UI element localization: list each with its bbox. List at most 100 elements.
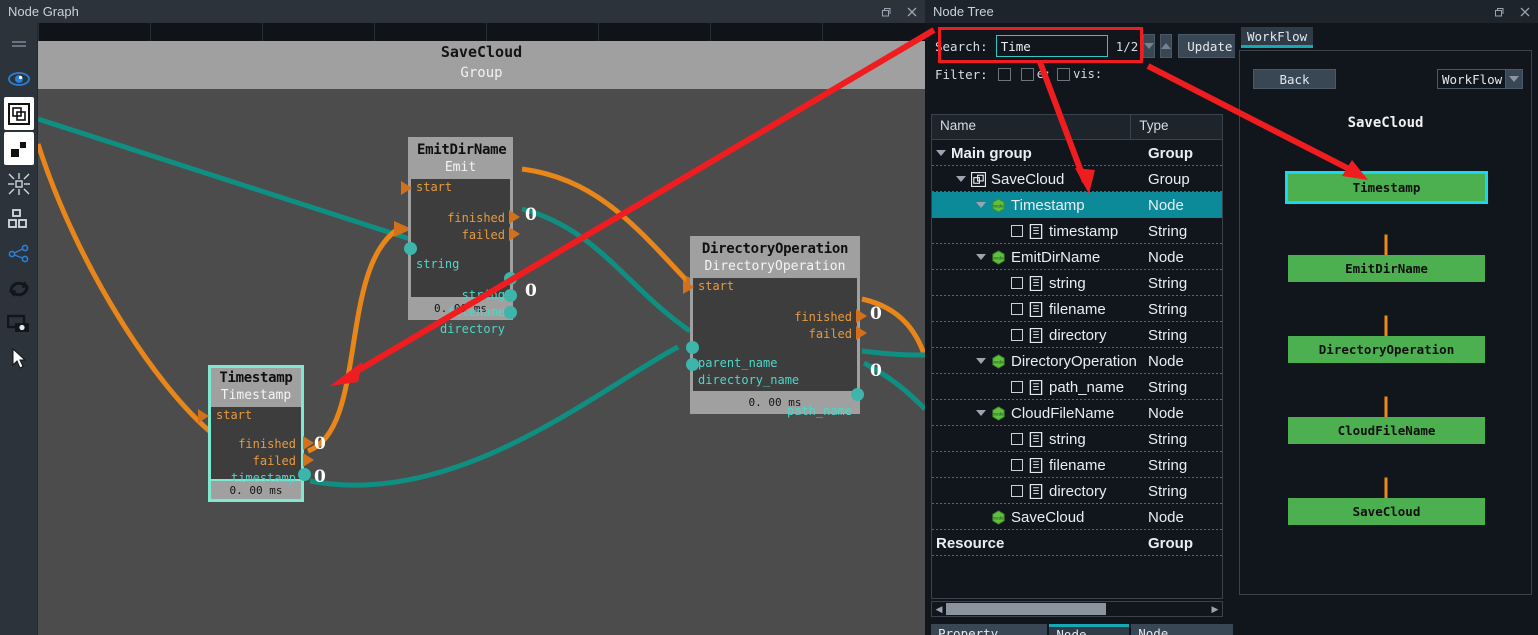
chevron-down-icon[interactable] — [976, 358, 986, 364]
filter-checkbox-3[interactable] — [1057, 67, 1071, 81]
workflow-node-emitdirname[interactable]: EmitDirName — [1288, 255, 1485, 282]
layout-grid-icon[interactable] — [4, 202, 34, 235]
port-finished[interactable]: finished — [211, 436, 301, 453]
tree-row-checkbox[interactable] — [1011, 303, 1023, 315]
port-parent-name[interactable]: parent_name — [693, 355, 857, 372]
graph-node-timestamp[interactable]: Timestamp Timestamp start finished faile… — [198, 365, 314, 502]
filter-checkbox-1[interactable] — [997, 67, 1011, 81]
port-failed[interactable]: failed — [411, 227, 510, 244]
port-path-name[interactable]: path_name — [693, 403, 857, 420]
scroll-thumb[interactable] — [946, 603, 1106, 615]
workflow-node-savecloud[interactable]: SaveCloud — [1288, 498, 1485, 525]
scroll-track[interactable] — [946, 603, 1208, 615]
tab-node-browser[interactable]: Node Browser — [1131, 624, 1233, 635]
tree-row-name-cell: SaveCloud — [932, 171, 1148, 188]
tree-row-timestamp[interactable]: timestamp String — [932, 218, 1222, 244]
chevron-down-icon[interactable] — [976, 202, 986, 208]
close-icon[interactable] — [899, 1, 925, 23]
tree-row-resource[interactable]: Resource Group — [932, 530, 1222, 556]
column-header-name[interactable]: Name — [932, 115, 1132, 139]
chevron-down-icon[interactable] — [976, 410, 986, 416]
screenshot-icon[interactable] — [4, 307, 34, 340]
refresh-icon[interactable] — [4, 272, 34, 305]
tree-row-directoryoperation[interactable]: node DirectoryOperation Node — [932, 348, 1222, 374]
tree-row-checkbox[interactable] — [1011, 433, 1023, 445]
tree-view[interactable]: Name Type Main group Group SaveCloud Group n… — [931, 114, 1223, 599]
tree-row-cloudfilename[interactable]: node CloudFileName Node — [932, 400, 1222, 426]
tree-row-main-group[interactable]: Main group Group — [932, 140, 1222, 166]
tree-row-checkbox[interactable] — [1011, 277, 1023, 289]
port-filename-out[interactable]: filename — [411, 304, 510, 321]
tree-row-checkbox[interactable] — [1011, 329, 1023, 341]
port-directory-out[interactable]: directory — [411, 321, 510, 338]
share-graph-icon[interactable] — [4, 237, 34, 270]
tab-node-tree[interactable]: Node Tree — [1049, 624, 1130, 635]
chevron-down-icon[interactable] — [956, 176, 966, 182]
tree-horizontal-scrollbar[interactable]: ◀ ▶ — [931, 601, 1223, 617]
tree-row-directory[interactable]: directory String — [932, 478, 1222, 504]
eye-icon[interactable] — [4, 62, 34, 95]
port-start[interactable]: start — [211, 407, 301, 424]
chevron-down-icon[interactable] — [976, 254, 986, 260]
port-directory-name[interactable]: directory_name — [693, 372, 857, 389]
port-timestamp[interactable]: timestamp — [211, 470, 301, 487]
data-output-dot-1 — [504, 272, 517, 285]
scroll-right-icon[interactable]: ▶ — [1208, 604, 1222, 615]
tree-row-emitdirname[interactable]: node EmitDirName Node — [932, 244, 1222, 270]
update-button[interactable]: Update — [1178, 34, 1242, 58]
tree-row-filename[interactable]: filename String — [932, 452, 1222, 478]
tree-row-savecloud[interactable]: node SaveCloud Node — [932, 504, 1222, 530]
graph-canvas-area[interactable]: SaveCloud Group EmitDirName Emit start f… — [38, 23, 925, 635]
port-start[interactable]: start — [411, 179, 510, 196]
tree-row-directory[interactable]: directory String — [932, 322, 1222, 348]
column-header-type[interactable]: Type — [1131, 115, 1222, 139]
workflow-node-directoryoperation[interactable]: DirectoryOperation — [1288, 336, 1485, 363]
search-input[interactable] — [995, 35, 1108, 57]
select-nodes-icon[interactable] — [3, 132, 34, 165]
string-doc-icon — [1029, 379, 1043, 395]
tree-column: Search: 1/2 Update Filter: e: vis: — [925, 23, 1242, 635]
port-failed[interactable]: failed — [693, 326, 857, 343]
collapse-icon[interactable] — [4, 167, 34, 200]
back-button[interactable]: Back — [1253, 69, 1336, 89]
chevron-down-icon[interactable] — [1506, 69, 1523, 89]
filter-checkbox-2[interactable] — [1020, 67, 1034, 81]
port-string-in[interactable]: string — [411, 256, 510, 273]
filter-label: Filter: — [935, 66, 988, 82]
cursor-icon[interactable] — [4, 342, 34, 375]
restore-icon[interactable] — [1486, 1, 1512, 23]
workflow-node-cloudfilename[interactable]: CloudFileName — [1288, 417, 1485, 444]
tab-workflow[interactable]: WorkFlow — [1241, 27, 1314, 48]
search-prev-button[interactable] — [1143, 34, 1156, 58]
tree-row-label: Main group — [951, 144, 1032, 162]
port-failed[interactable]: failed — [211, 453, 301, 470]
chevron-down-icon[interactable] — [936, 150, 946, 156]
tree-row-string[interactable]: string String — [932, 270, 1222, 296]
port-start[interactable]: start — [693, 278, 857, 295]
port-finished[interactable]: finished — [693, 309, 857, 326]
frame-all-icon[interactable] — [3, 97, 34, 130]
port-count-badge-6: 0 — [314, 467, 326, 487]
graph-canvas[interactable]: EmitDirName Emit start finished failed s… — [38, 89, 925, 635]
tree-row-checkbox[interactable] — [1011, 225, 1023, 237]
tree-row-savecloud[interactable]: SaveCloud Group — [932, 166, 1222, 192]
close-icon[interactable] — [1512, 1, 1538, 23]
port-string-out[interactable]: string — [411, 287, 510, 304]
restore-icon[interactable] — [873, 1, 899, 23]
tree-row-string[interactable]: string String — [932, 426, 1222, 452]
tree-row-timestamp[interactable]: node Timestamp Node — [932, 192, 1222, 218]
port-finished[interactable]: finished — [411, 210, 510, 227]
handle-icon[interactable] — [4, 27, 34, 60]
workflow-select[interactable]: WorkFlow — [1437, 69, 1523, 89]
tree-row-filename[interactable]: filename String — [932, 296, 1222, 322]
scroll-left-icon[interactable]: ◀ — [932, 604, 946, 615]
search-next-button[interactable] — [1160, 34, 1173, 58]
tree-row-checkbox[interactable] — [1011, 485, 1023, 497]
tree-row-checkbox[interactable] — [1011, 459, 1023, 471]
graph-node-directoryoperation[interactable]: DirectoryOperation DirectoryOperation st… — [683, 236, 867, 418]
graph-node-emitdirname[interactable]: EmitDirName Emit start finished failed s… — [401, 137, 520, 336]
tree-row-checkbox[interactable] — [1011, 381, 1023, 393]
tab-property-panel[interactable]: Property Panel — [931, 624, 1048, 635]
tree-row-path-name[interactable]: path_name String — [932, 374, 1222, 400]
workflow-node-timestamp[interactable]: Timestamp — [1285, 171, 1488, 204]
